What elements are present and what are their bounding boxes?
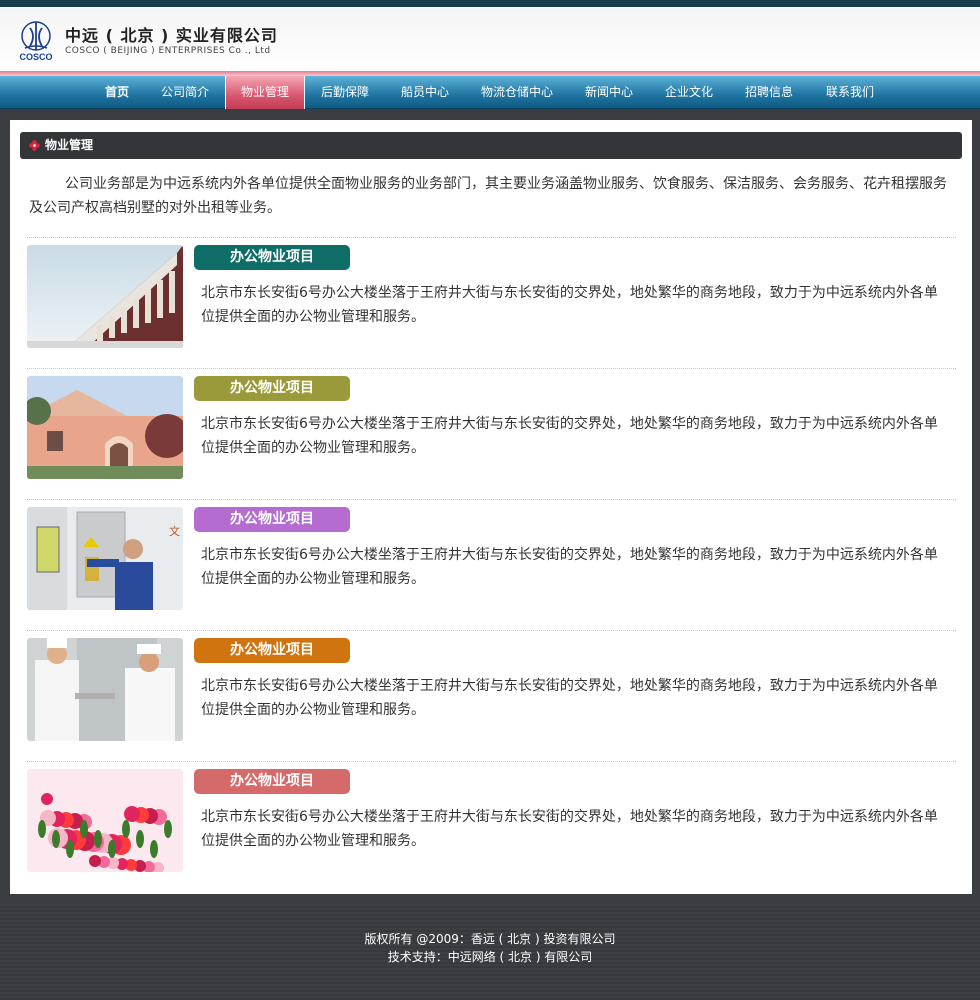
item-divider — [27, 499, 956, 500]
nav-item-9[interactable]: 联系我们 — [809, 76, 891, 109]
item-thumbnail[interactable] — [27, 638, 183, 741]
site-footer: 版权所有 @2009：香远 ( 北京 ) 投资有限公司 技术支持：中远网络 ( … — [0, 904, 980, 1000]
main-content: 物业管理 公司业务部是为中远系统内外各单位提供全面物业服务的业务部门，其主要业务… — [10, 120, 972, 894]
company-name-cn: 中远 ( 北京 ) 实业有限公司 — [65, 26, 278, 45]
item-thumbnail[interactable]: 文 — [27, 507, 183, 610]
item-description: 北京市东长安街6号办公大楼坐落于王府井大街与东长安街的交界处，地处繁华的商务地段… — [201, 547, 938, 587]
section-title: 物业管理 — [45, 138, 94, 152]
item-thumbnail[interactable] — [27, 769, 183, 872]
nav-item-3[interactable]: 后勤保障 — [305, 76, 385, 109]
nav-item-7[interactable]: 企业文化 — [649, 76, 729, 109]
item-title-button[interactable]: 办公物业项目 — [194, 638, 350, 663]
flower-bullet-icon — [29, 140, 40, 151]
nav-spacer — [0, 109, 980, 118]
item-thumbnail[interactable] — [27, 245, 183, 348]
nav-item-2[interactable]: 物业管理 — [225, 76, 305, 109]
item-thumbnail[interactable] — [27, 376, 183, 479]
item-description: 北京市东长安街6号办公大楼坐落于王府井大街与东长安街的交界处，地处繁华的商务地段… — [201, 285, 938, 325]
list-item: 办公物业项目北京市东长安街6号办公大楼坐落于王府井大街与东长安街的交界处，地处繁… — [27, 638, 956, 742]
nav-item-4[interactable]: 船员中心 — [385, 76, 465, 109]
logo-mark-text: COSCO — [19, 52, 52, 62]
list-item: 办公物业项目北京市东长安街6号办公大楼坐落于王府井大街与东长安街的交界处，地处繁… — [27, 245, 956, 349]
item-description: 北京市东长安街6号办公大楼坐落于王府井大街与东长安街的交界处，地处繁华的商务地段… — [201, 678, 938, 718]
footer-copyright: 版权所有 @2009：香远 ( 北京 ) 投资有限公司 — [364, 932, 616, 946]
nav-item-6[interactable]: 新闻中心 — [569, 76, 649, 109]
nav-item-1[interactable]: 公司简介 — [145, 76, 225, 109]
company-name-en: COSCO ( BEIJING ) ENTERPRISES Co ., Ltd — [65, 46, 271, 56]
main-nav: 首页 公司简介 物业管理 后勤保障 船员中心 物流仓储中心 新闻中心 企业文化 招聘信息 联系我们 — [0, 76, 980, 109]
item-title-button[interactable]: 办公物业项目 — [194, 769, 350, 794]
footer-support: 技术支持：中远网络 ( 北京 ) 有限公司 — [387, 950, 593, 964]
site-header: COSCO 中远 ( 北京 ) 实业有限公司 COSCO ( BEIJING )… — [0, 7, 980, 73]
section-intro: 公司业务部是为中远系统内外各单位提供全面物业服务的业务部门，其主要业务涵盖物业服… — [29, 176, 947, 216]
section-title-bar: 物业管理 — [20, 132, 962, 159]
item-title-button[interactable]: 办公物业项目 — [194, 245, 350, 270]
list-item: 文办公物业项目北京市东长安街6号办公大楼坐落于王府井大街与东长安街的交界处，地处… — [27, 507, 956, 611]
nav-item-5[interactable]: 物流仓储中心 — [465, 76, 569, 109]
top-bar — [0, 0, 980, 7]
item-divider — [27, 368, 956, 369]
item-description: 北京市东长安街6号办公大楼坐落于王府井大街与东长安街的交界处，地处繁华的商务地段… — [201, 416, 938, 456]
item-title-button[interactable]: 办公物业项目 — [194, 507, 350, 532]
item-divider — [27, 761, 956, 762]
cosco-logo-icon: COSCO — [19, 21, 53, 62]
list-item: 办公物业项目北京市东长安街6号办公大楼坐落于王府井大街与东长安街的交界处，地处繁… — [27, 376, 956, 480]
item-divider — [27, 237, 956, 238]
item-title-button[interactable]: 办公物业项目 — [194, 376, 350, 401]
list-item: 办公物业项目北京市东长安街6号办公大楼坐落于王府井大街与东长安街的交界处，地处繁… — [27, 769, 956, 873]
svg-text:文: 文 — [169, 524, 180, 538]
nav-item-0[interactable]: 首页 — [89, 76, 145, 109]
logo[interactable]: COSCO 中远 ( 北京 ) 实业有限公司 COSCO ( BEIJING )… — [13, 18, 277, 64]
nav-item-8[interactable]: 招聘信息 — [729, 76, 809, 109]
item-divider — [27, 630, 956, 631]
item-description: 北京市东长安街6号办公大楼坐落于王府井大街与东长安街的交界处，地处繁华的商务地段… — [201, 809, 938, 849]
